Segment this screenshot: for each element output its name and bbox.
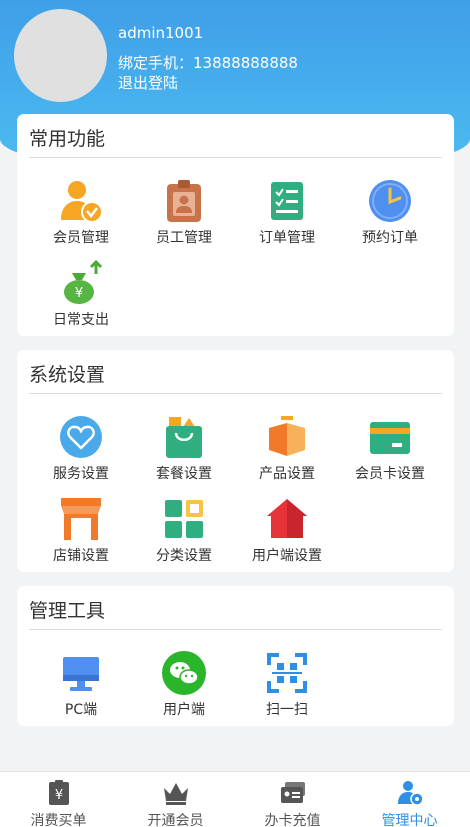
svg-text:¥: ¥: [54, 788, 62, 803]
shopping-bag-icon: [166, 417, 202, 458]
menu-item-daily-expense[interactable]: ¥ 日常支出: [29, 260, 133, 329]
section-common-functions: 常用功能 会员管理 员工管理 订单管理 预约订单 ¥ 日常支出: [17, 114, 454, 336]
category-grid-icon: [165, 500, 203, 538]
money-bag-icon: ¥: [64, 260, 103, 304]
menu-item-label: 分类设置: [156, 548, 212, 564]
menu-item-client-settings[interactable]: 用户端设置: [235, 496, 339, 565]
menu-item-label: 产品设置: [259, 466, 315, 482]
menu-item-label: PC端: [64, 702, 98, 718]
menu-item-label: 套餐设置: [156, 466, 212, 482]
section-title: 常用功能: [29, 114, 442, 158]
menu-item-pc[interactable]: PC端: [29, 650, 133, 719]
menu-item-label: 用户端设置: [252, 548, 322, 564]
menu-item-package-settings[interactable]: 套餐设置: [132, 414, 236, 483]
tab-label: 消费买单: [30, 813, 87, 827]
menu-item-scan[interactable]: 扫一扫: [235, 650, 339, 719]
heart-tag-icon: [60, 416, 102, 458]
section-system-settings: 系统设置 服务设置 套餐设置 产品设置 会员卡设置 店铺设置 分类设置 用户端设…: [17, 350, 454, 572]
menu-item-member-card-settings[interactable]: 会员卡设置: [338, 414, 442, 483]
svg-text:¥: ¥: [75, 286, 83, 301]
receipt-yen-icon: ¥: [48, 780, 69, 805]
menu-item-label: 用户端: [163, 702, 205, 718]
wechat-icon: [162, 651, 206, 695]
clock-icon: [369, 180, 411, 222]
menu-item-label: 预约订单: [362, 230, 418, 246]
tab-card-recharge[interactable]: 办卡充值: [234, 772, 351, 827]
menu-item-service-settings[interactable]: 服务设置: [29, 414, 133, 483]
menu-item-staff-manage[interactable]: 员工管理: [132, 178, 236, 247]
order-checklist-icon: [271, 182, 303, 220]
tab-consume-pay[interactable]: ¥ 消费买单: [0, 772, 117, 827]
bottom-tab-bar: ¥ 消费买单 开通会员 办卡充值 管理中心: [0, 771, 470, 827]
tab-management-center[interactable]: 管理中心: [351, 772, 468, 827]
tab-label: 管理中心: [381, 813, 438, 827]
box-icon: [269, 416, 305, 456]
menu-item-label: 会员管理: [53, 230, 109, 246]
cards-icon: [280, 782, 305, 803]
menu-item-order-manage[interactable]: 订单管理: [235, 178, 339, 247]
tab-label: 办卡充值: [264, 813, 321, 827]
menu-item-label: 店铺设置: [53, 548, 109, 564]
menu-item-member-manage[interactable]: 会员管理: [29, 178, 133, 247]
menu-item-appointment-orders[interactable]: 预约订单: [338, 178, 442, 247]
member-card-icon: [370, 422, 410, 454]
menu-item-category-settings[interactable]: 分类设置: [132, 496, 236, 565]
crown-icon: [163, 783, 188, 805]
menu-item-label: 扫一扫: [266, 702, 308, 718]
menu-item-product-settings[interactable]: 产品设置: [235, 414, 339, 483]
member-manage-icon: [61, 181, 103, 223]
menu-item-label: 日常支出: [53, 312, 109, 328]
tab-open-membership[interactable]: 开通会员: [117, 772, 234, 827]
avatar[interactable]: [14, 9, 107, 102]
tab-label: 开通会员: [147, 813, 204, 827]
menu-item-label: 会员卡设置: [355, 466, 425, 482]
admin-gear-icon: [397, 781, 424, 806]
scan-icon: [267, 653, 307, 693]
monitor-icon: [63, 657, 99, 691]
section-management-tools: 管理工具 PC端 用户端 扫一扫: [17, 586, 454, 726]
house-icon: [267, 499, 307, 538]
staff-badge-icon: [167, 180, 201, 222]
username: admin1001: [118, 24, 204, 42]
menu-item-label: 员工管理: [156, 230, 212, 246]
menu-item-label: 服务设置: [53, 466, 109, 482]
menu-item-label: 订单管理: [259, 230, 315, 246]
logout-link[interactable]: 退出登陆: [118, 72, 178, 93]
menu-item-client[interactable]: 用户端: [132, 650, 236, 719]
storefront-icon: [61, 498, 101, 540]
menu-item-store-settings[interactable]: 店铺设置: [29, 496, 133, 565]
section-title: 系统设置: [29, 350, 442, 394]
bound-phone: 绑定手机：13888888888: [118, 54, 298, 72]
section-title: 管理工具: [29, 586, 442, 630]
